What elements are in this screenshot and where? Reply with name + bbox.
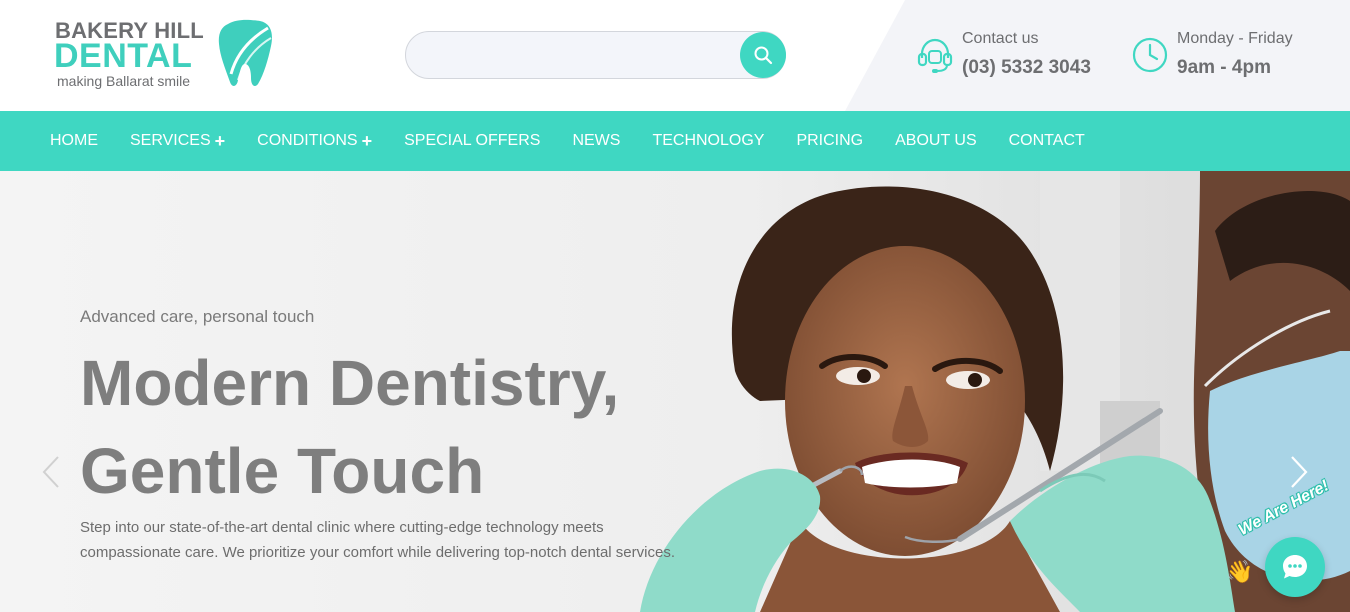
nav-item-about-us[interactable]: ABOUT US	[879, 132, 993, 150]
nav-item-contact[interactable]: CONTACT	[993, 132, 1101, 150]
site-search	[405, 31, 786, 79]
hours-time: 9am - 4pm	[1177, 57, 1271, 78]
nav-label: SPECIAL OFFERS	[404, 132, 541, 149]
main-navigation: HOME SERVICES + CONDITIONS + SPECIAL OFFER…	[0, 111, 1350, 171]
chat-bubble-icon	[1283, 555, 1307, 579]
nav-item-pricing[interactable]: PRICING	[780, 132, 879, 150]
nav-label: TECHNOLOGY	[652, 132, 765, 149]
hours-days: Monday - Friday	[1177, 30, 1293, 47]
logo-text-main: DENTAL	[54, 37, 193, 75]
hero-description: Step into our state-of-the-art dental cl…	[80, 519, 675, 561]
hero-title-line-2: Gentle Touch	[80, 435, 485, 507]
nav-label: CONDITIONS	[257, 132, 358, 149]
nav-item-home[interactable]: HOME	[34, 132, 114, 150]
nav-label: SERVICES	[130, 132, 211, 149]
chevron-left-icon[interactable]	[38, 454, 64, 490]
site-logo[interactable]: BAKERY HILL DENTAL making Ballarat smile	[54, 16, 276, 92]
opening-hours: Monday - Friday 9am - 4pm	[1131, 28, 1341, 84]
chat-button[interactable]	[1265, 537, 1325, 597]
plus-icon: +	[361, 131, 373, 151]
nav-item-conditions[interactable]: CONDITIONS +	[241, 132, 388, 150]
hero-eyebrow: Advanced care, personal touch	[80, 307, 315, 326]
nav-label: NEWS	[572, 132, 621, 149]
nav-item-news[interactable]: NEWS	[556, 132, 636, 150]
waving-hand-icon: 👋	[1226, 559, 1254, 584]
hero-title: Modern Dentistry, Gentle Touch	[80, 339, 700, 515]
hero-title-line-1: Modern Dentistry,	[80, 347, 620, 419]
search-button[interactable]	[740, 32, 786, 78]
nav-label: PRICING	[796, 132, 864, 149]
hero-slider: Advanced care, personal touch Modern Den…	[0, 171, 1350, 612]
clock-icon	[1132, 37, 1168, 73]
plus-icon: +	[214, 131, 226, 151]
tooth-logo-icon	[218, 19, 272, 86]
headset-icon	[917, 38, 953, 73]
search-input[interactable]	[405, 31, 786, 79]
nav-label: ABOUT US	[895, 132, 977, 149]
phone-number[interactable]: (03) 5332 3043	[962, 57, 1091, 79]
search-icon	[754, 46, 773, 65]
logo-tagline: making Ballarat smile	[57, 73, 191, 89]
contact-label: Contact us	[962, 30, 1039, 47]
nav-item-services[interactable]: SERVICES +	[114, 132, 241, 150]
nav-label: HOME	[50, 132, 98, 149]
site-header: BAKERY HILL DENTAL making Ballarat smile…	[0, 0, 1350, 111]
nav-item-special-offers[interactable]: SPECIAL OFFERS	[388, 132, 556, 150]
nav-label: CONTACT	[1008, 132, 1085, 149]
nav-item-technology[interactable]: TECHNOLOGY	[636, 132, 780, 150]
contact-phone[interactable]: Contact us (03) 5332 3043	[916, 28, 1116, 84]
